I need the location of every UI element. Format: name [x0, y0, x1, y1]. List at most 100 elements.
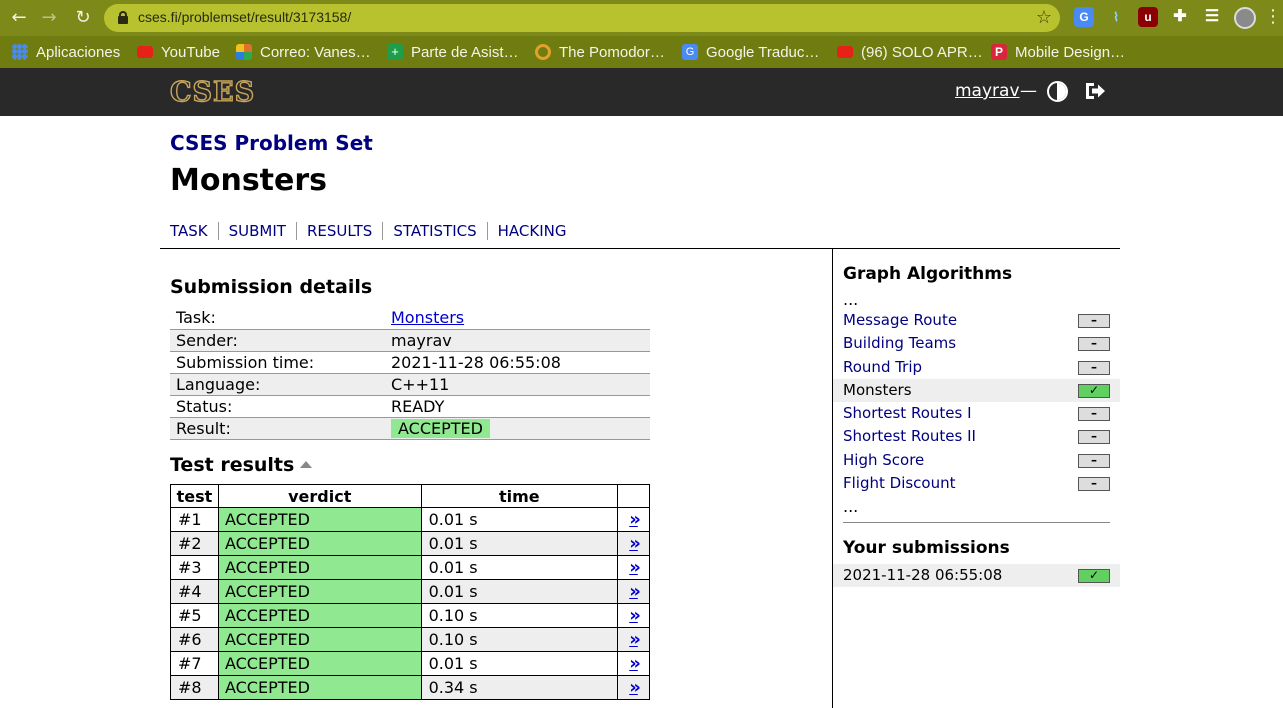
address-bar[interactable]: cses.fi/problemset/result/3173158/ ☆ [104, 4, 1060, 32]
view-cell: » [617, 603, 650, 628]
bookmark-label: YouTube [161, 43, 220, 61]
submission-time-link[interactable]: 2021-11-28 06:55:08 [843, 566, 1002, 584]
sidebar-task-link[interactable]: Flight Discount [843, 474, 956, 492]
detail-row-status: Status: READY [170, 395, 650, 418]
username-link[interactable]: mayrav [955, 81, 1020, 101]
ublock-icon[interactable]: u [1138, 7, 1158, 27]
view-test-link[interactable]: » [629, 653, 641, 674]
sidebar-item-round-trip: Round Trip – [843, 356, 1120, 379]
view-test-link[interactable]: » [629, 557, 641, 578]
collapse-triangle-icon[interactable] [300, 461, 313, 468]
tab-results[interactable]: RESULTS [295, 222, 382, 240]
detail-key: Task: [170, 307, 385, 330]
task-status-unsolved: – [1078, 477, 1110, 492]
sidebar-ellipsis-bottom: ... [843, 497, 859, 516]
bookmark-label: Parte de Asist… [411, 43, 519, 61]
submission-list-item[interactable]: 2021-11-28 06:55:08 ✓ [833, 564, 1120, 587]
bookmark-google-traductor[interactable]: G Google Traduc… [682, 42, 819, 62]
view-test-link[interactable]: » [629, 533, 641, 554]
dark-mode-toggle-icon[interactable] [1047, 81, 1068, 102]
task-status-unsolved: – [1078, 453, 1110, 468]
tab-statistics[interactable]: STATISTICS [382, 222, 486, 240]
browser-menu-icon[interactable]: ⋮ [1264, 6, 1282, 28]
profile-avatar[interactable] [1234, 7, 1256, 29]
sidebar-task-link[interactable]: Shortest Routes II [843, 427, 976, 445]
tab-hacking[interactable]: HACKING [486, 222, 577, 240]
view-cell: » [617, 675, 650, 700]
detail-value: 2021-11-28 06:55:08 [385, 351, 650, 374]
sidebar-item-monsters: Monsters ✓ [833, 378, 1120, 403]
bookmark-pomodoro[interactable]: The Pomodor… [535, 42, 665, 62]
view-cell: » [617, 507, 650, 532]
tab-task[interactable]: TASK [170, 222, 218, 240]
table-row: #4 ACCEPTED 0.01 s » [170, 579, 650, 604]
bookmark-mobile-design[interactable]: P Mobile Design… [991, 42, 1125, 62]
bookmark-correo[interactable]: Correo: Vanes… [236, 42, 371, 62]
test-verdict: ACCEPTED [217, 579, 422, 604]
view-test-link[interactable]: » [629, 509, 641, 530]
sidebar-task-link[interactable]: Message Route [843, 311, 957, 329]
submission-details-heading: Submission details [170, 276, 373, 298]
column-header-test: test [170, 484, 219, 508]
task-tabs: TASK SUBMIT RESULTS STATISTICS HACKING [170, 222, 577, 240]
detail-value: C++11 [385, 373, 650, 396]
test-number: #4 [170, 579, 219, 604]
detail-value: mayrav [385, 329, 650, 352]
test-number: #5 [170, 603, 219, 628]
extensions-puzzle-icon[interactable]: ✚ [1170, 7, 1190, 27]
problem-set-title[interactable]: CSES Problem Set [170, 131, 373, 155]
wifi-extension-icon[interactable]: ⌇ [1106, 7, 1126, 27]
test-number: #8 [170, 675, 219, 700]
test-time: 0.34 s [420, 675, 619, 700]
table-row: #2 ACCEPTED 0.01 s » [170, 531, 650, 556]
test-time: 0.01 s [420, 507, 619, 532]
table-row: #7 ACCEPTED 0.01 s » [170, 651, 650, 676]
test-number: #6 [170, 627, 219, 652]
bookmark-solo-apr[interactable]: (96) SOLO APR… [837, 42, 983, 62]
cses-logo[interactable]: CSES [169, 78, 255, 106]
header-separator: — [1020, 81, 1037, 101]
sidebar-task-link[interactable]: Shortest Routes I [843, 404, 972, 422]
sidebar-item-shortest-routes-ii: Shortest Routes II – [843, 425, 1120, 448]
view-test-link[interactable]: » [629, 677, 641, 698]
sheets-plus-icon: + [387, 44, 403, 60]
google-translate-extension-icon[interactable]: G [1074, 7, 1094, 27]
reload-icon[interactable]: ↻ [72, 8, 94, 28]
detail-key: Submission time: [170, 351, 385, 374]
test-time: 0.01 s [420, 579, 619, 604]
submission-details-table: Task: Monsters Sender: mayrav Submission… [170, 307, 650, 440]
bookmark-star-icon[interactable]: ☆ [1036, 7, 1052, 28]
table-row: #5 ACCEPTED 0.10 s » [170, 603, 650, 628]
view-test-link[interactable]: » [629, 581, 641, 602]
table-row: #3 ACCEPTED 0.01 s » [170, 555, 650, 580]
test-results-header: Test results [170, 454, 313, 476]
forward-arrow-icon[interactable]: → [38, 8, 60, 28]
detail-key: Status: [170, 395, 385, 418]
reading-list-icon[interactable]: ☰ [1202, 7, 1222, 27]
bookmark-apps[interactable]: Aplicaciones [12, 42, 120, 62]
view-test-link[interactable]: » [629, 605, 641, 626]
task-link[interactable]: Monsters [391, 308, 464, 327]
task-status-unsolved: – [1078, 314, 1110, 328]
bookmark-parte-asistencia[interactable]: + Parte de Asist… [387, 42, 519, 62]
sidebar-task-link[interactable]: Building Teams [843, 334, 956, 352]
test-results-heading: Test results [170, 454, 295, 476]
detail-row-result: Result: ACCEPTED [170, 417, 650, 440]
view-cell: » [617, 531, 650, 556]
test-verdict: ACCEPTED [217, 507, 422, 532]
detail-value: ACCEPTED [385, 417, 650, 440]
back-arrow-icon[interactable]: ← [8, 8, 30, 28]
test-time: 0.01 s [420, 531, 619, 556]
tab-submit[interactable]: SUBMIT [217, 222, 296, 240]
logout-icon[interactable] [1084, 80, 1106, 102]
bookmark-label: Correo: Vanes… [260, 43, 371, 61]
sidebar-task-link[interactable]: Round Trip [843, 358, 922, 376]
bookmark-label: The Pomodor… [559, 43, 665, 61]
task-status-unsolved: – [1078, 430, 1110, 445]
bookmark-youtube[interactable]: YouTube [137, 42, 220, 62]
view-test-link[interactable]: » [629, 629, 641, 650]
sidebar-task-link[interactable]: High Score [843, 451, 924, 469]
apps-grid-icon [12, 44, 28, 60]
table-row: #8 ACCEPTED 0.34 s » [170, 675, 650, 700]
test-verdict: ACCEPTED [217, 603, 422, 628]
